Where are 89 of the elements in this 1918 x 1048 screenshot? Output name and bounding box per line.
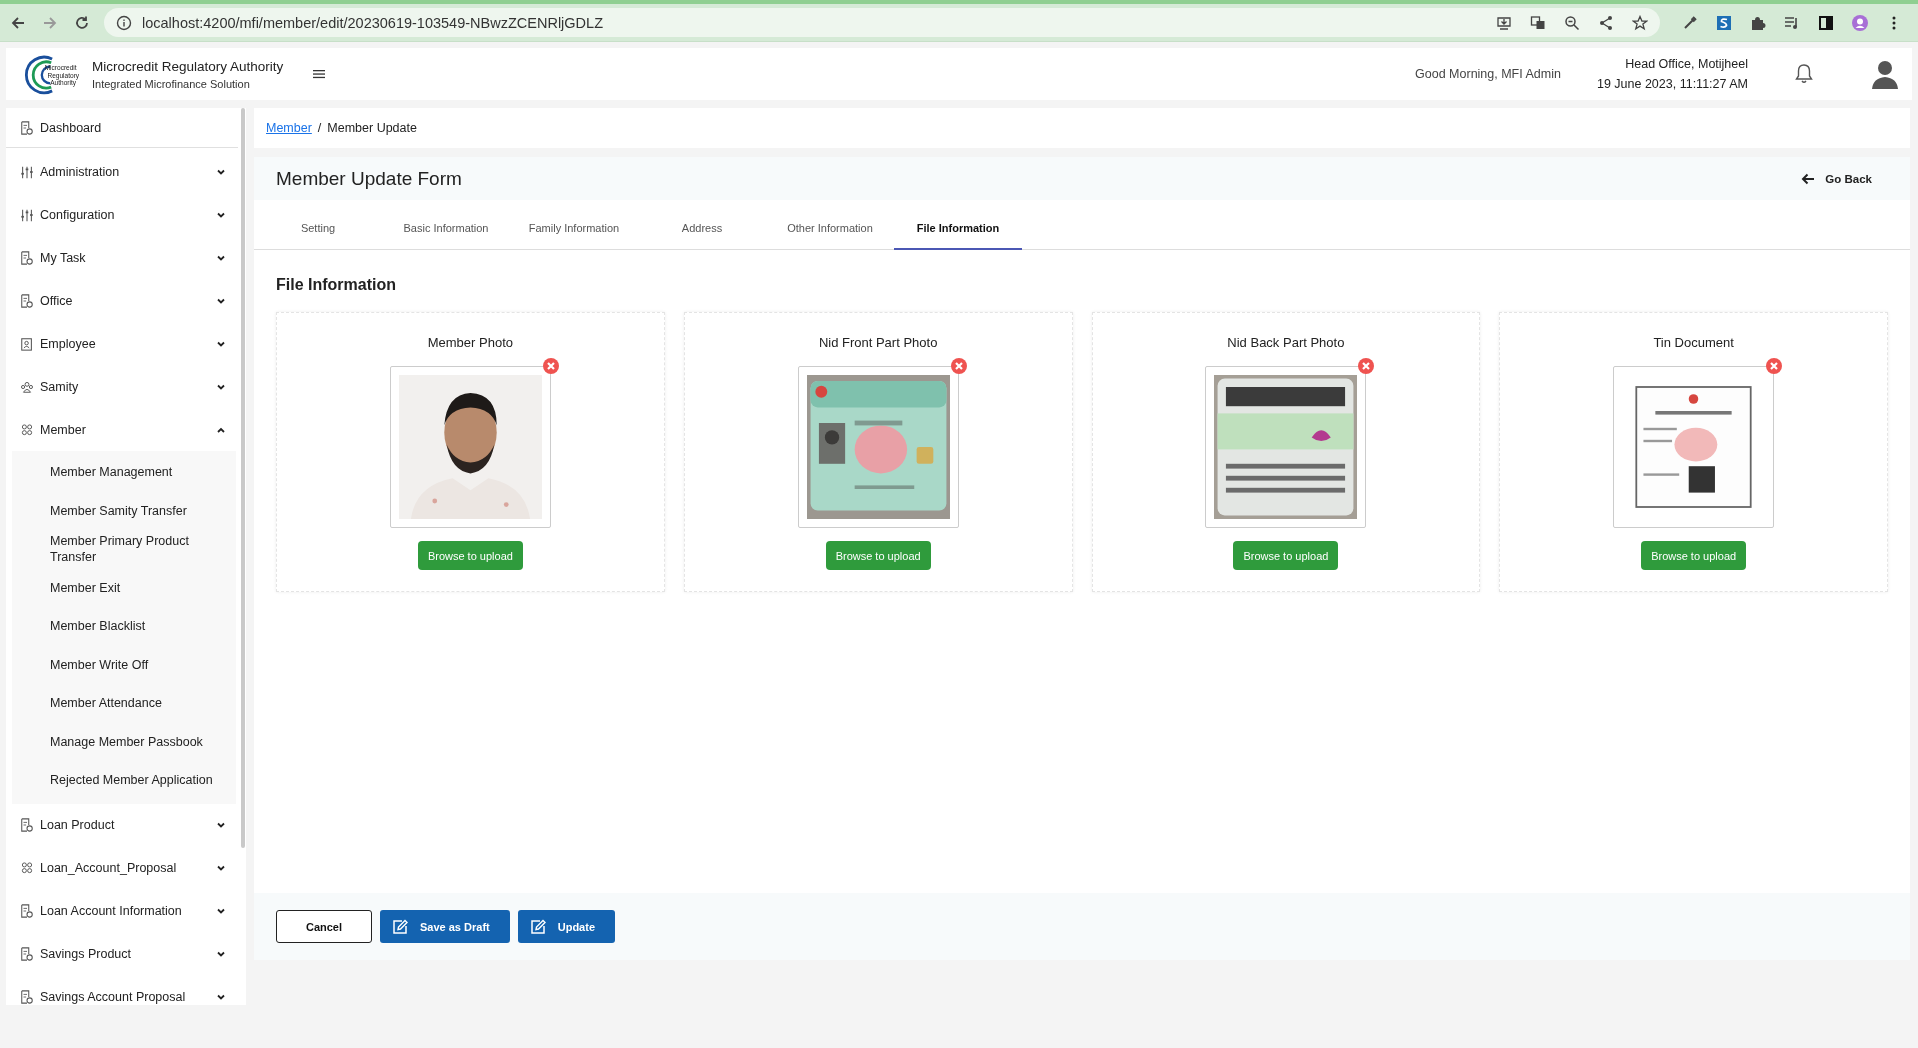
submenu-item[interactable]: Rejected Member Application bbox=[12, 761, 236, 800]
sidebar-item[interactable]: Administration bbox=[12, 150, 238, 193]
breadcrumb-separator: / bbox=[317, 121, 322, 135]
sidebar-item[interactable]: Savings Account Proposal bbox=[12, 975, 238, 1019]
scrollbar[interactable] bbox=[241, 108, 245, 848]
tab[interactable]: Family Information bbox=[510, 200, 638, 250]
breadcrumb-current: Member Update bbox=[327, 121, 417, 135]
playlist-icon[interactable] bbox=[1784, 14, 1800, 31]
submenu-item[interactable]: Member Management bbox=[12, 453, 236, 492]
extension-icon[interactable] bbox=[1716, 14, 1732, 31]
star-icon[interactable] bbox=[1632, 14, 1648, 31]
profile-avatar-icon[interactable] bbox=[1852, 14, 1868, 31]
submenu-item[interactable]: Member Attendance bbox=[12, 684, 236, 723]
form-title: Member Update Form bbox=[276, 167, 462, 190]
sidebar-item[interactable]: Office bbox=[12, 279, 238, 322]
info-icon bbox=[116, 14, 132, 31]
browse-upload-button[interactable]: Browse to upload bbox=[1641, 541, 1747, 570]
group-icon bbox=[20, 379, 34, 394]
remove-icon[interactable] bbox=[1358, 358, 1375, 374]
section-title: File Information bbox=[276, 276, 397, 294]
submenu-item[interactable]: Member Samity Transfer bbox=[12, 491, 236, 530]
edit-icon bbox=[529, 918, 546, 935]
sidebar-item[interactable]: Loan Account Information bbox=[12, 889, 238, 933]
remove-icon[interactable] bbox=[1766, 358, 1783, 374]
document-icon bbox=[20, 250, 34, 265]
menu-icon[interactable] bbox=[313, 69, 326, 79]
submenu-item[interactable]: Member Blacklist bbox=[12, 607, 236, 646]
document-icon bbox=[20, 120, 34, 135]
people-icon bbox=[20, 422, 34, 437]
remove-icon[interactable] bbox=[950, 358, 967, 374]
browse-upload-button[interactable]: Browse to upload bbox=[825, 541, 931, 570]
share-icon[interactable] bbox=[1598, 14, 1614, 31]
sidebar-item[interactable]: My Task bbox=[12, 236, 238, 279]
tab[interactable]: Basic Information bbox=[382, 200, 510, 250]
left-arrow-icon bbox=[1801, 172, 1816, 185]
sliders-icon bbox=[20, 207, 34, 222]
sidebar-item[interactable]: Samity bbox=[12, 365, 238, 408]
reload-icon[interactable] bbox=[74, 14, 90, 31]
translate-icon[interactable] bbox=[1530, 14, 1546, 31]
address-bar[interactable]: localhost:4200/mfi/member/edit/20230619-103549-NBwzZCENRljGDLZ bbox=[104, 8, 1660, 37]
sliders-icon bbox=[20, 164, 34, 179]
submenu-item[interactable]: Member Exit bbox=[12, 568, 236, 607]
puzzle-icon[interactable] bbox=[1750, 14, 1766, 31]
tab[interactable]: Setting bbox=[254, 200, 382, 250]
tab[interactable]: Other Information bbox=[766, 200, 894, 250]
browse-upload-button[interactable]: Browse to upload bbox=[417, 541, 523, 570]
browse-upload-button[interactable]: Browse to upload bbox=[1233, 541, 1339, 570]
document-icon bbox=[20, 293, 34, 308]
app-subtitle: Integrated Microfinance Solution bbox=[92, 77, 251, 90]
submenu-item[interactable]: Member Primary Product Transfer bbox=[12, 530, 236, 569]
user-avatar-icon[interactable] bbox=[1870, 59, 1900, 89]
people-icon bbox=[20, 861, 34, 875]
notification-bell-icon[interactable] bbox=[1794, 63, 1814, 85]
upload-title: Nid Front Part Photo bbox=[818, 335, 938, 350]
sidebar-item[interactable]: Configuration bbox=[12, 193, 238, 236]
side-panel-icon[interactable] bbox=[1818, 14, 1834, 31]
action-button[interactable]: Update bbox=[517, 910, 615, 943]
document-icon bbox=[20, 818, 34, 832]
office-name: Head Office, Motijheel bbox=[1624, 56, 1748, 73]
back-arrow-icon[interactable] bbox=[10, 14, 26, 31]
date-time: 19 June 2023, 11:11:27 AM bbox=[1596, 76, 1748, 93]
sidebar-item[interactable]: Loan_Account_Proposal bbox=[12, 846, 238, 890]
document-icon bbox=[20, 904, 34, 918]
sidebar-item[interactable]: Loan Product bbox=[12, 803, 238, 847]
document-icon bbox=[20, 947, 34, 961]
zoom-out-icon[interactable] bbox=[1564, 14, 1580, 31]
sidebar-item[interactable]: Savings Product bbox=[12, 932, 238, 976]
document-icon bbox=[20, 990, 34, 1004]
tab[interactable]: Address bbox=[638, 200, 766, 250]
url-text: localhost:4200/mfi/member/edit/20230619-103549-NBwzZCENRljGDLZ bbox=[142, 14, 604, 31]
app-title: Microcredit Regulatory Authority bbox=[92, 58, 284, 74]
remove-icon[interactable] bbox=[542, 358, 559, 374]
tab[interactable]: File Information bbox=[894, 200, 1022, 250]
cancel-button[interactable]: Cancel bbox=[276, 910, 372, 943]
download-icon[interactable] bbox=[1496, 14, 1512, 31]
edit-icon bbox=[392, 918, 408, 935]
go-back-link[interactable]: Go Back bbox=[1801, 172, 1872, 185]
sidebar-item[interactable]: Member bbox=[12, 408, 238, 451]
greeting-text: Good Morning, MFI Admin bbox=[1415, 67, 1561, 81]
submenu-item[interactable]: Member Write Off bbox=[12, 645, 236, 684]
action-button[interactable]: Save as Draft bbox=[380, 910, 510, 943]
upload-title: Tin Document bbox=[1653, 335, 1734, 350]
upload-title: Nid Back Part Photo bbox=[1227, 335, 1345, 350]
eyedropper-icon[interactable] bbox=[1682, 14, 1698, 31]
breadcrumb-link[interactable]: Member bbox=[266, 121, 312, 135]
submenu-item[interactable]: Manage Member Passbook bbox=[12, 722, 236, 761]
upload-title: Member Photo bbox=[427, 335, 513, 350]
id-badge-icon bbox=[20, 336, 34, 351]
sidebar-item[interactable]: Employee bbox=[12, 322, 238, 365]
